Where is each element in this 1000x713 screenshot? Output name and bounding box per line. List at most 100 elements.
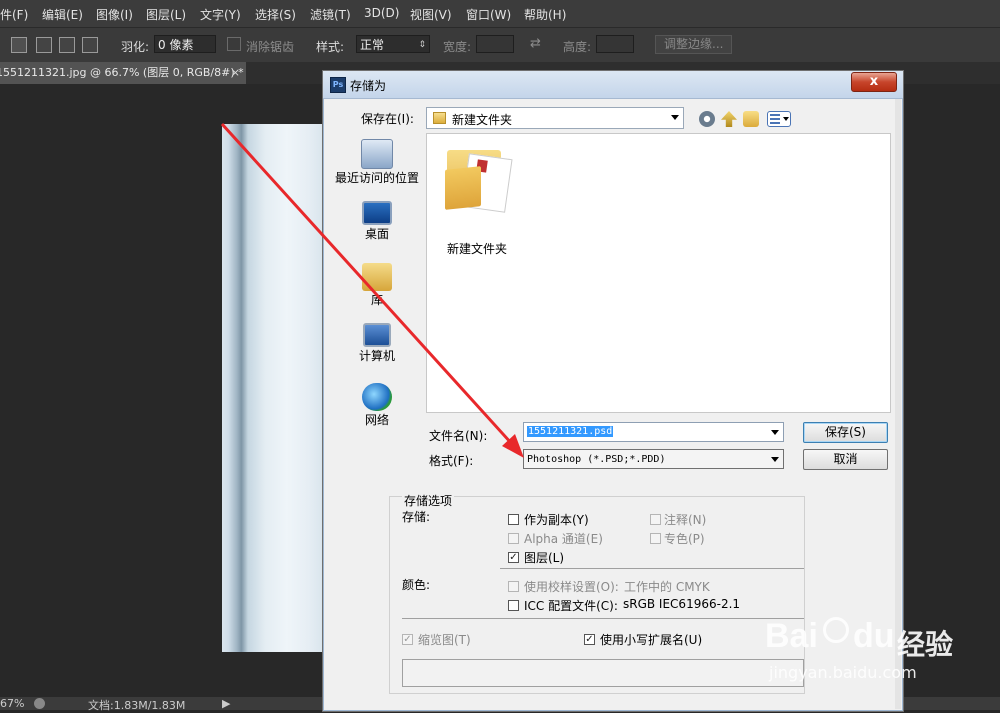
zoom-level[interactable]: 67% bbox=[0, 697, 24, 710]
folder-icon bbox=[433, 112, 446, 124]
save-button[interactable]: 保存(S) bbox=[803, 422, 888, 443]
alpha-checkbox[interactable] bbox=[508, 533, 519, 544]
style-value: 正常 bbox=[360, 38, 385, 52]
paw-icon bbox=[823, 617, 849, 643]
folder-icon[interactable] bbox=[443, 138, 513, 213]
menu-help[interactable]: 帮助(H) bbox=[524, 6, 566, 23]
desktop-icon bbox=[362, 201, 392, 225]
height-input[interactable] bbox=[596, 35, 634, 53]
back-icon[interactable] bbox=[699, 111, 715, 127]
watermark-brand2: du bbox=[853, 617, 895, 655]
menu-edit[interactable]: 编辑(E) bbox=[42, 6, 83, 23]
proof-checkbox[interactable] bbox=[508, 581, 519, 592]
icc-label[interactable]: ICC 配置文件(C): bbox=[524, 597, 618, 614]
menu-bar: 件(F) 编辑(E) 图像(I) 图层(L) 文字(Y) 选择(S) 滤镜(T)… bbox=[0, 0, 1000, 28]
dialog-title: 存储为 bbox=[350, 79, 387, 93]
menu-image[interactable]: 图像(I) bbox=[96, 6, 133, 23]
close-icon[interactable]: × bbox=[231, 62, 240, 84]
places-bar: 最近访问的位置 桌面 库 计算机 网络 bbox=[333, 133, 421, 427]
dialog-titlebar[interactable]: Ps 存储为 x bbox=[323, 71, 903, 99]
save-in-label: 保存在(I): bbox=[361, 112, 414, 126]
notes-label[interactable]: 注释(N) bbox=[664, 511, 706, 528]
place-computer[interactable]: 计算机 bbox=[333, 323, 421, 364]
baidu-watermark: Bai du 经验 jingyan.baidu.com bbox=[765, 607, 995, 687]
close-button[interactable]: x bbox=[851, 72, 897, 92]
antialias-label: 消除锯齿 bbox=[246, 40, 295, 54]
icc-checkbox[interactable] bbox=[508, 600, 519, 611]
format-select[interactable]: Photoshop (*.PSD;*.PDD) bbox=[523, 449, 784, 469]
menu-filter[interactable]: 滤镜(T) bbox=[310, 6, 351, 23]
swap-icon[interactable]: ⇄ bbox=[530, 36, 541, 51]
layers-label[interactable]: 图层(L) bbox=[524, 549, 564, 566]
width-input[interactable] bbox=[476, 35, 514, 53]
icc-profile: sRGB IEC61966-2.1 bbox=[623, 597, 741, 611]
computer-icon bbox=[363, 323, 391, 347]
notes-checkbox[interactable] bbox=[650, 514, 661, 525]
folder-item-label[interactable]: 新建文件夹 bbox=[447, 240, 507, 257]
save-in-select[interactable]: 新建文件夹 bbox=[426, 107, 684, 129]
libraries-icon bbox=[362, 263, 392, 291]
alpha-label[interactable]: Alpha 通道(E) bbox=[524, 530, 603, 547]
watermark-brand: Bai bbox=[765, 617, 818, 655]
place-computer-label: 计算机 bbox=[358, 349, 395, 363]
save-options-group: 存储选项 存储: 作为副本(Y) 注释(N) Alpha 通道(E) 专色(P)… bbox=[389, 492, 805, 694]
style-label: 样式: bbox=[316, 40, 345, 54]
menu-view[interactable]: 视图(V) bbox=[410, 6, 452, 23]
format-label: 格式(F): bbox=[429, 454, 474, 468]
menu-window[interactable]: 窗口(W) bbox=[466, 6, 511, 23]
status-icon[interactable] bbox=[34, 698, 45, 709]
canvas-image[interactable] bbox=[222, 124, 330, 652]
updown-icon: ⇕ bbox=[418, 40, 426, 50]
document-tab-title: 1551211321.jpg @ 66.7% (图层 0, RGB/8#) * bbox=[0, 66, 244, 79]
style-select[interactable]: 正常 ⇕ bbox=[356, 35, 430, 53]
antialias-checkbox[interactable] bbox=[227, 37, 241, 51]
description-box bbox=[402, 659, 804, 687]
lowercase-checkbox[interactable]: ✓ bbox=[584, 634, 595, 645]
filename-input[interactable]: 1551211321.psd bbox=[523, 422, 784, 442]
copy-checkbox[interactable] bbox=[508, 514, 519, 525]
save-in-value: 新建文件夹 bbox=[452, 113, 513, 127]
up-folder-icon[interactable] bbox=[721, 111, 737, 127]
place-desktop[interactable]: 桌面 bbox=[333, 201, 421, 242]
menu-type[interactable]: 文字(Y) bbox=[200, 6, 241, 23]
proof-label[interactable]: 使用校样设置(O): bbox=[524, 578, 619, 595]
view-menu-icon[interactable] bbox=[767, 111, 791, 127]
layers-checkbox[interactable]: ✓ bbox=[508, 552, 519, 563]
thumbnail-label[interactable]: 缩览图(T) bbox=[418, 631, 471, 648]
divider bbox=[500, 568, 804, 569]
cancel-button[interactable]: 取消 bbox=[803, 449, 888, 470]
place-libraries[interactable]: 库 bbox=[333, 263, 421, 308]
options-group-title: 存储选项 bbox=[402, 492, 455, 509]
feather-label: 羽化: bbox=[121, 40, 150, 54]
place-desktop-label: 桌面 bbox=[364, 227, 389, 241]
format-value: Photoshop (*.PSD;*.PDD) bbox=[527, 454, 666, 465]
watermark-cn: 经验 bbox=[897, 628, 954, 661]
menu-select[interactable]: 选择(S) bbox=[255, 6, 296, 23]
menu-file[interactable]: 件(F) bbox=[0, 6, 28, 23]
copy-label[interactable]: 作为副本(Y) bbox=[524, 511, 589, 528]
filename-value: 1551211321.psd bbox=[527, 426, 614, 437]
place-recent[interactable]: 最近访问的位置 bbox=[333, 139, 421, 186]
refine-edge-button[interactable]: 调整边缘... bbox=[655, 35, 733, 54]
add-selection-icon[interactable] bbox=[36, 37, 52, 53]
lowercase-label[interactable]: 使用小写扩展名(U) bbox=[600, 631, 702, 648]
new-folder-icon[interactable] bbox=[743, 111, 759, 127]
file-list[interactable]: 新建文件夹 bbox=[426, 133, 891, 413]
play-icon[interactable]: ▶ bbox=[222, 697, 230, 710]
place-recent-label: 最近访问的位置 bbox=[334, 171, 419, 185]
intersect-selection-icon[interactable] bbox=[82, 37, 98, 53]
network-icon bbox=[362, 383, 392, 411]
chevron-down-icon bbox=[771, 457, 779, 462]
options-bar: 羽化: 0 像素 消除锯齿 样式: 正常 ⇕ 宽度: ⇄ 高度: 调整边缘... bbox=[0, 28, 1000, 63]
new-selection-icon[interactable] bbox=[11, 37, 27, 53]
document-tab[interactable]: 1551211321.jpg @ 66.7% (图层 0, RGB/8#) * … bbox=[0, 62, 247, 84]
feather-input[interactable]: 0 像素 bbox=[154, 35, 216, 53]
subtract-selection-icon[interactable] bbox=[59, 37, 75, 53]
menu-3d[interactable]: 3D(D) bbox=[364, 6, 399, 20]
thumbnail-checkbox[interactable]: ✓ bbox=[402, 634, 413, 645]
menu-layer[interactable]: 图层(L) bbox=[146, 6, 186, 23]
spot-label[interactable]: 专色(P) bbox=[664, 530, 705, 547]
spot-checkbox[interactable] bbox=[650, 533, 661, 544]
place-network[interactable]: 网络 bbox=[333, 383, 421, 428]
filename-label: 文件名(N): bbox=[429, 429, 488, 443]
